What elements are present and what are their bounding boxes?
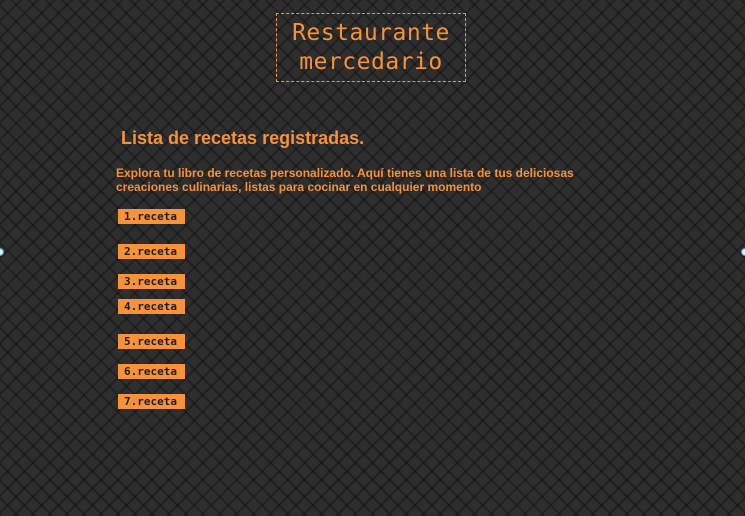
page-title: Lista de recetas registradas. — [121, 128, 365, 148]
recipe-button-2[interactable]: 2.receta — [118, 244, 185, 259]
intro-text: Explora tu libro de recetas personalizad… — [116, 166, 574, 194]
recipe-button-4[interactable]: 4.receta — [118, 299, 185, 314]
right-edge-handle — [741, 248, 745, 256]
left-edge-handle — [0, 248, 4, 256]
logo-line-1: Restaurante — [292, 19, 450, 46]
restaurant-logo: Restaurante mercedario — [276, 13, 466, 82]
recipe-button-5[interactable]: 5.receta — [118, 334, 185, 349]
recipe-button-6[interactable]: 6.receta — [118, 364, 185, 379]
recipe-button-3[interactable]: 3.receta — [118, 274, 185, 289]
logo-line-2: mercedario — [299, 48, 443, 75]
recipe-button-1[interactable]: 1.receta — [118, 209, 185, 224]
recipe-button-7[interactable]: 7.receta — [118, 394, 185, 409]
